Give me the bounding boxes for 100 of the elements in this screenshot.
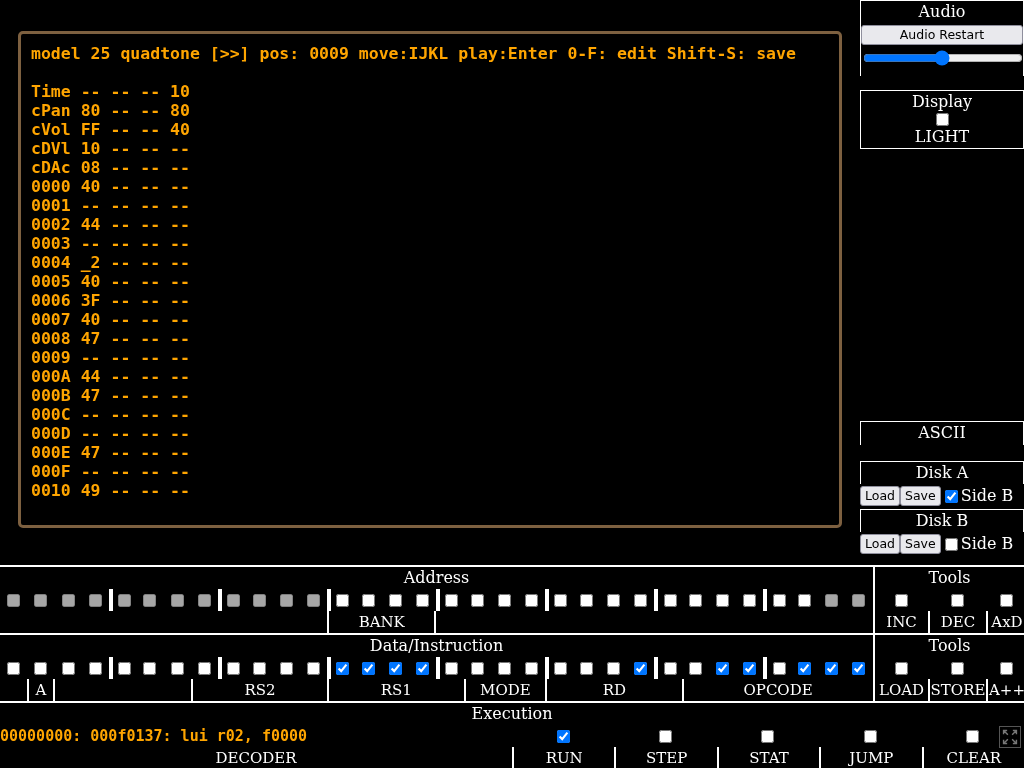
checkbox[interactable] [525, 661, 539, 675]
checkbox[interactable] [743, 661, 757, 675]
checkbox[interactable] [470, 593, 484, 607]
checkbox-label: STEP [614, 747, 717, 768]
checkbox[interactable] [307, 661, 321, 675]
terminal-line: 000A 44 -- -- -- [31, 367, 191, 386]
section-title: Audio [917, 1, 967, 23]
section-title: Display [910, 91, 974, 113]
audio-restart-button[interactable]: Audio Restart [861, 25, 1023, 45]
terminal-line: 0010 49 -- -- -- [31, 481, 191, 500]
checkbox[interactable] [336, 661, 350, 675]
checkbox[interactable] [388, 593, 402, 607]
terminal-line: Time -- -- -- 10 [31, 82, 191, 101]
checkbox[interactable] [999, 593, 1013, 607]
terminal-line: 0006 3F -- -- -- [31, 291, 191, 310]
checkbox[interactable] [895, 661, 908, 675]
checkbox[interactable] [227, 661, 241, 675]
checkbox[interactable] [497, 661, 511, 675]
checkbox[interactable] [634, 661, 648, 675]
checkbox[interactable] [525, 593, 539, 607]
checkbox[interactable] [198, 661, 211, 675]
checkbox[interactable] [361, 661, 375, 675]
checkbox[interactable] [743, 593, 757, 607]
field-label: OPCODE [681, 679, 873, 701]
checkbox[interactable] [470, 661, 484, 675]
checkbox[interactable] [336, 593, 350, 607]
checkbox[interactable] [966, 729, 980, 743]
checkbox[interactable] [772, 661, 786, 675]
checkbox[interactable] [944, 489, 958, 503]
checkbox[interactable] [688, 661, 702, 675]
checkbox[interactable] [716, 593, 730, 607]
checkbox[interactable] [34, 661, 48, 675]
checkbox[interactable] [852, 661, 866, 675]
checkbox[interactable] [772, 593, 786, 607]
decoder-output: 00000000: 000f0137: lui r02, f0000 [0, 726, 309, 747]
checkbox[interactable] [554, 661, 568, 675]
checkbox[interactable] [663, 661, 677, 675]
terminal-line: 000D -- -- -- -- [31, 424, 191, 443]
checkbox[interactable] [579, 661, 593, 675]
terminal-line: 0008 47 -- -- -- [31, 329, 191, 348]
field-label: RS2 [190, 679, 328, 701]
terminal-line: 000B 47 -- -- -- [31, 386, 191, 405]
checkbox[interactable] [416, 593, 430, 607]
save-button[interactable]: Save [900, 534, 941, 554]
checkbox[interactable] [761, 729, 775, 743]
checkbox[interactable] [663, 593, 677, 607]
checkbox[interactable] [606, 593, 620, 607]
checkbox-label: AxD [986, 611, 1024, 633]
terminal-line: 0000 40 -- -- -- [31, 177, 191, 196]
checkbox[interactable] [7, 661, 21, 675]
checkbox[interactable] [556, 729, 570, 743]
checkbox[interactable] [634, 593, 648, 607]
checkbox[interactable] [797, 593, 811, 607]
checkbox-label: CLEAR [921, 747, 1024, 768]
checkbox[interactable] [999, 661, 1013, 675]
checkbox[interactable] [895, 593, 908, 607]
checkbox[interactable] [579, 593, 593, 607]
field-label: DECODER [214, 747, 298, 768]
checkbox[interactable] [361, 593, 375, 607]
load-button[interactable]: Load [860, 534, 900, 554]
checkbox[interactable] [445, 661, 459, 675]
field-label: MODE [463, 679, 546, 701]
checkbox[interactable] [388, 661, 402, 675]
checkbox[interactable] [797, 661, 811, 675]
checkbox[interactable] [279, 661, 293, 675]
checkbox[interactable] [554, 593, 568, 607]
checkbox[interactable] [606, 661, 620, 675]
fullscreen-icon[interactable] [999, 726, 1021, 748]
checkbox[interactable] [944, 537, 958, 551]
section-title: Tools [927, 567, 972, 589]
checkbox[interactable] [716, 661, 730, 675]
checkbox[interactable] [252, 661, 266, 675]
checkbox[interactable] [825, 661, 839, 675]
terminal-line: 0009 -- -- -- -- [31, 348, 191, 367]
checkbox[interactable] [659, 729, 673, 743]
load-button[interactable]: Load [860, 486, 900, 506]
checkbox[interactable] [950, 661, 964, 675]
checkbox-label: Side B [960, 485, 1014, 507]
terminal-line: 000C -- -- -- -- [31, 405, 191, 424]
checkbox-label: LOAD [877, 679, 926, 701]
checkbox[interactable] [445, 593, 459, 607]
checkbox[interactable] [170, 661, 184, 675]
checkbox-label: INC [885, 611, 918, 633]
terminal-line: cVol FF -- -- 40 [31, 120, 191, 139]
terminal-line: 0004 _2 -- -- -- [31, 253, 191, 272]
checkbox[interactable] [935, 113, 949, 126]
checkbox[interactable] [863, 729, 877, 743]
checkbox[interactable] [688, 593, 702, 607]
checkbox[interactable] [88, 661, 102, 675]
checkbox[interactable] [118, 661, 132, 675]
checkbox[interactable] [950, 593, 964, 607]
checkbox[interactable] [416, 661, 430, 675]
section-title: Data/Instruction [368, 635, 505, 657]
checkbox[interactable] [61, 661, 75, 675]
checkbox[interactable] [497, 593, 511, 607]
checkbox-label: A++ [986, 679, 1024, 701]
save-button[interactable]: Save [900, 486, 941, 506]
section-title: Disk A [914, 462, 970, 484]
checkbox-label: JUMP [819, 747, 922, 768]
checkbox[interactable] [143, 661, 157, 675]
